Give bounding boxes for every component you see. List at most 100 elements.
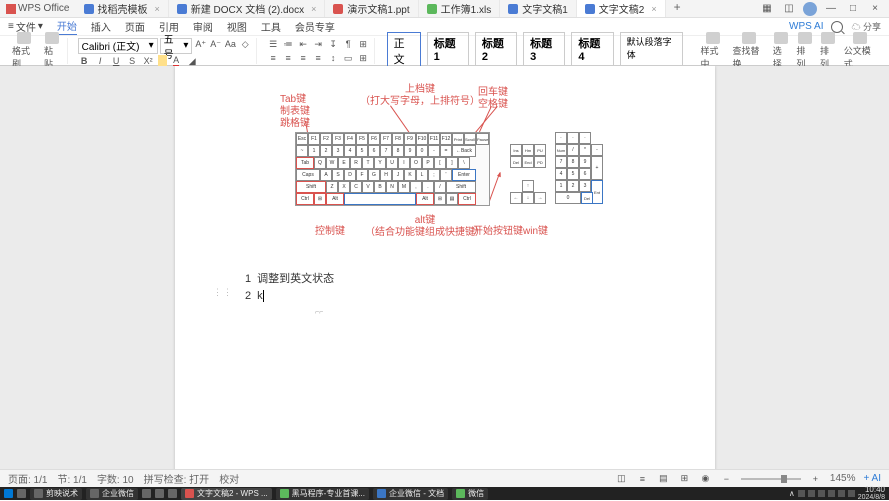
indent-inc-button[interactable]: ⇥ — [312, 38, 325, 51]
style-pane-button[interactable]: 样式中 — [698, 32, 727, 70]
font-name-select[interactable]: Calibri (正文)▾ — [78, 38, 158, 54]
close-icon[interactable]: × — [311, 4, 316, 14]
para-mark-button[interactable]: ¶ — [342, 38, 355, 51]
align-left-button[interactable]: ≡ — [267, 52, 280, 65]
select-button[interactable]: 选择 — [771, 32, 792, 70]
shading-button[interactable]: ▭ — [342, 52, 355, 65]
taskbar-item[interactable]: 微信 — [452, 488, 488, 500]
avatar[interactable] — [803, 2, 817, 16]
add-tab-button[interactable]: + — [666, 0, 689, 17]
style-h4[interactable]: 标题 4 — [571, 32, 613, 70]
minimize-button[interactable]: — — [823, 1, 839, 17]
brush-button[interactable]: 粘贴 — [42, 32, 63, 70]
style-h3[interactable]: 标题 3 — [523, 32, 565, 70]
taskbar-item[interactable]: 文字文稿2 - WPS ... — [181, 488, 272, 500]
taskbar-item[interactable]: 企业微信 - 文档 — [373, 488, 448, 500]
menu-tools[interactable]: 工具 — [261, 19, 281, 34]
tray-icon[interactable] — [828, 490, 835, 497]
indent-dec-button[interactable]: ⇤ — [297, 38, 310, 51]
sort-button[interactable]: ↧ — [327, 38, 340, 51]
numbering-button[interactable]: ≔ — [282, 38, 295, 51]
screenshot-icon[interactable]: ◫ — [781, 1, 797, 17]
search-icon[interactable] — [831, 21, 843, 33]
ppt-icon — [333, 4, 343, 14]
menu-review[interactable]: 审阅 — [193, 19, 213, 34]
taskbar: 剪映说术 企业微信 文字文稿2 - WPS ... 黑马程序-专业首课... 企… — [0, 487, 889, 500]
tab-ppt[interactable]: 演示文稿1.ppt — [325, 0, 418, 17]
tray-icon[interactable] — [838, 490, 845, 497]
menu-page[interactable]: 页面 — [125, 19, 145, 34]
taskbar-icon[interactable] — [142, 489, 151, 498]
wps-ai-button[interactable]: WPS AI — [789, 21, 823, 32]
menu-view[interactable]: 视图 — [227, 19, 247, 34]
ai-button[interactable]: + AI — [863, 473, 881, 484]
style-h2[interactable]: 标题 2 — [475, 32, 517, 70]
zoom-level[interactable]: 145% — [830, 473, 856, 484]
taskbar-icon[interactable] — [168, 489, 177, 498]
align-right-button[interactable]: ≡ — [297, 52, 310, 65]
clock-time[interactable]: 10:40 — [858, 486, 885, 494]
arrange1-button[interactable]: 排列 — [794, 32, 815, 70]
taskbar-item[interactable]: 黑马程序-专业首课... — [276, 488, 369, 500]
style-h1[interactable]: 标题 1 — [427, 32, 469, 70]
view-mode-icon[interactable]: ▤ — [657, 472, 670, 485]
tab-template[interactable]: 找稻壳模板× — [76, 0, 169, 17]
tray-icon[interactable] — [808, 490, 815, 497]
tab-doc2[interactable]: 文字文稿2× — [577, 0, 666, 17]
taskbar-item[interactable]: 剪映说术 — [30, 488, 82, 500]
paste-button[interactable]: 格式刷 — [10, 32, 39, 70]
style-default[interactable]: 默认段落字体 — [620, 32, 683, 70]
case-button[interactable]: Aa — [224, 38, 237, 51]
close-button[interactable]: × — [867, 1, 883, 17]
drag-handle-icon[interactable]: ⋮⋮ — [213, 286, 233, 300]
view-mode-icon[interactable]: ≡ — [636, 472, 649, 485]
bullets-button[interactable]: ☰ — [267, 38, 280, 51]
status-words[interactable]: 字数: 10 — [97, 471, 134, 486]
grid-icon[interactable]: ▦ — [759, 1, 775, 17]
zoom-in-button[interactable]: + — [809, 472, 822, 485]
view-mode-icon[interactable]: ⊞ — [678, 472, 691, 485]
find-replace-button[interactable]: 查找替换 — [730, 32, 767, 70]
page[interactable]: Tab键制表键跳格键 上档键（打大写字母，上排符号） 回车键空格键 控制键 al… — [175, 66, 715, 482]
status-spell[interactable]: 拼写检查: 打开 — [144, 471, 210, 486]
shrink-font-button[interactable]: A⁻ — [209, 38, 222, 51]
taskbar-item[interactable]: 企业微信 — [86, 488, 138, 500]
tray-icon[interactable] — [818, 490, 825, 497]
start-button[interactable] — [4, 489, 13, 498]
tab-newdocx[interactable]: 新建 DOCX 文档 (2).docx× — [169, 0, 326, 17]
tray-icon[interactable] — [848, 490, 855, 497]
arrange2-button[interactable]: 排列 — [818, 32, 839, 70]
font-size-select[interactable]: 五号▾ — [160, 38, 193, 54]
align-center-button[interactable]: ≡ — [282, 52, 295, 65]
menu-insert[interactable]: 插入 — [91, 19, 111, 34]
tray-icon[interactable] — [798, 490, 805, 497]
tray-icon[interactable]: ∧ — [789, 489, 795, 498]
app-name: WPS Office — [0, 3, 76, 14]
tab-xls[interactable]: 工作簿1.xls — [419, 0, 501, 17]
status-proof[interactable]: 校对 — [219, 471, 239, 486]
annotation-ctrl: 控制键 — [315, 226, 345, 238]
grow-font-button[interactable]: A⁺ — [194, 38, 207, 51]
view-mode-icon[interactable]: ◫ — [615, 472, 628, 485]
menu-member[interactable]: 会员专享 — [295, 19, 335, 34]
tabs-button[interactable]: ⊞ — [357, 38, 370, 51]
close-icon[interactable]: × — [155, 4, 160, 14]
borders-button[interactable]: ⊞ — [357, 52, 370, 65]
line-spacing-button[interactable]: ↕ — [327, 52, 340, 65]
tab-doc1[interactable]: 文字文稿1 — [500, 0, 577, 17]
view-mode-icon[interactable]: ◉ — [699, 472, 712, 485]
search-icon[interactable] — [17, 489, 26, 498]
page-break-icon: ⌐⌐ — [315, 309, 323, 316]
clear-format-button[interactable]: ◇ — [239, 38, 252, 51]
align-justify-button[interactable]: ≡ — [312, 52, 325, 65]
official-mode-button[interactable]: 公文模式 — [842, 32, 879, 70]
maximize-button[interactable]: □ — [845, 1, 861, 17]
style-normal[interactable]: 正文 — [387, 32, 421, 70]
taskbar-icon[interactable] — [155, 489, 164, 498]
document-body[interactable]: ⋮⋮ 1调整到英文状态 2k — [245, 271, 334, 304]
doc-icon — [84, 4, 94, 14]
status-page[interactable]: 页面: 1/1 — [8, 471, 47, 486]
zoom-out-button[interactable]: − — [720, 472, 733, 485]
zoom-slider[interactable] — [741, 478, 801, 480]
close-icon[interactable]: × — [651, 4, 656, 14]
